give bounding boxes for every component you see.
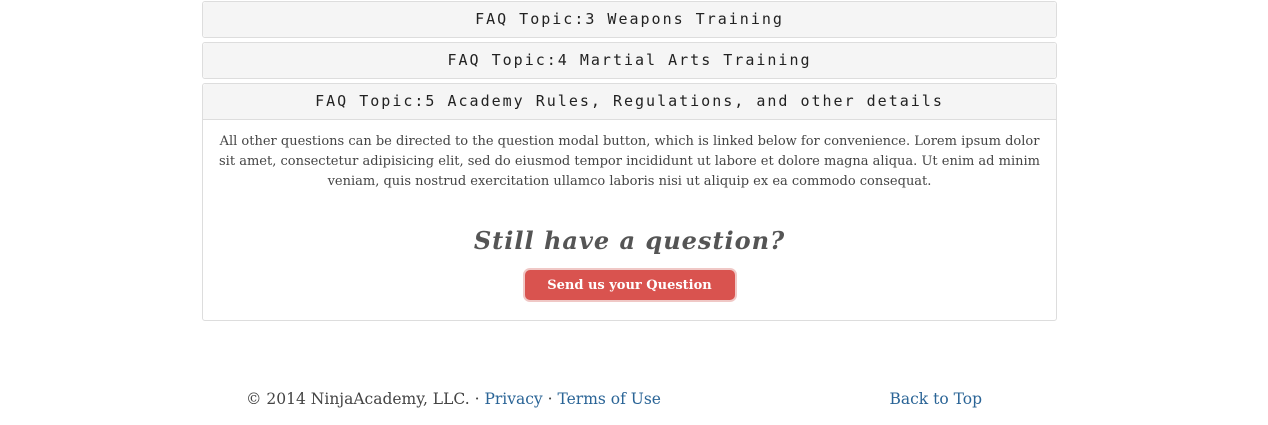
footer-separator: · xyxy=(474,390,480,408)
privacy-link[interactable]: Privacy xyxy=(484,390,542,408)
still-have-question-heading: Still have a question? xyxy=(473,226,786,255)
faq-topic-5-body: All other questions can be directed to t… xyxy=(203,120,1056,320)
terms-of-use-link[interactable]: Terms of Use xyxy=(558,390,661,408)
faq-topic-5-heading[interactable]: FAQ Topic:5 Academy Rules, Regulations, … xyxy=(203,84,1056,120)
page-footer: © 2014 NinjaAcademy, LLC. · Privacy · Te… xyxy=(246,386,982,412)
send-question-button[interactable]: Send us your Question xyxy=(522,268,737,302)
faq-panel-martial-arts-training: FAQ Topic:4 Martial Arts Training xyxy=(202,42,1057,79)
faq-accordion: FAQ Topic:3 Weapons Training FAQ Topic:4… xyxy=(202,1,1057,325)
faq-panel-weapons-training: FAQ Topic:3 Weapons Training xyxy=(202,1,1057,38)
footer-left: © 2014 NinjaAcademy, LLC. · Privacy · Te… xyxy=(246,386,661,412)
footer-right: Back to Top xyxy=(889,386,982,412)
faq-topic-3-heading[interactable]: FAQ Topic:3 Weapons Training xyxy=(203,2,1056,37)
copyright-text: © 2014 NinjaAcademy, LLC. xyxy=(246,390,470,408)
back-to-top-link[interactable]: Back to Top xyxy=(889,390,982,408)
footer-separator: · xyxy=(547,390,553,408)
faq-panel-academy-rules: FAQ Topic:5 Academy Rules, Regulations, … xyxy=(202,83,1057,321)
faq-answer-text: All other questions can be directed to t… xyxy=(219,134,1040,189)
faq-topic-4-heading[interactable]: FAQ Topic:4 Martial Arts Training xyxy=(203,43,1056,78)
